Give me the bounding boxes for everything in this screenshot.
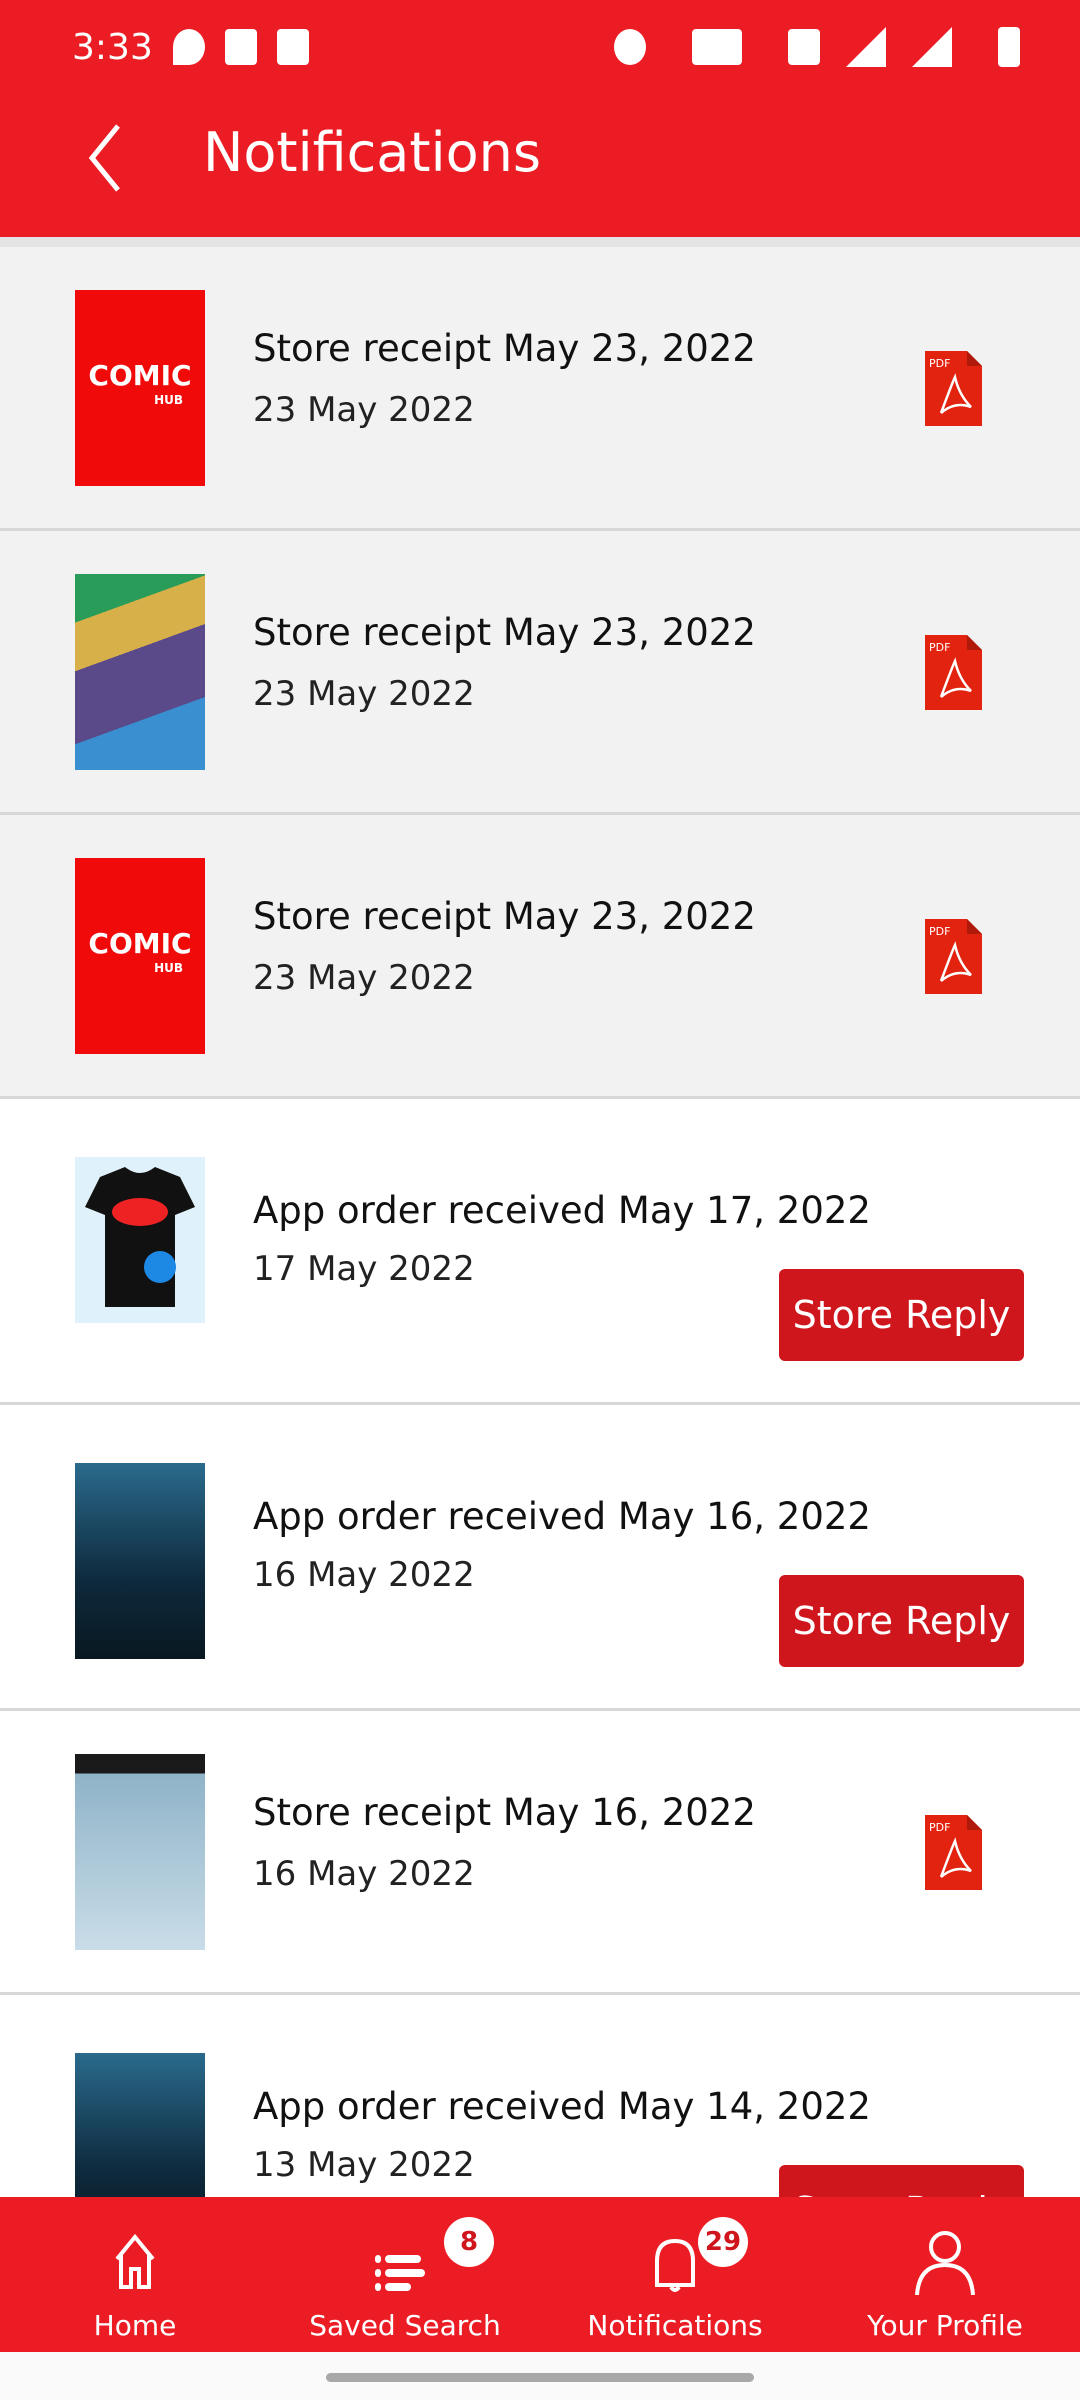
nav-label: Your Profile	[867, 2309, 1023, 2342]
notification-date: 17 May 2022	[253, 1249, 475, 1289]
list-item[interactable]: COMIC HUB Store receipt May 23, 2022 23 May…	[0, 815, 1080, 1099]
divider	[0, 237, 1080, 247]
pdf-label: PDF	[929, 1821, 950, 1834]
notification-title: Store receipt May 16, 2022	[253, 1791, 756, 1834]
gesture-handle[interactable]	[326, 2373, 754, 2382]
status-time: 3:33	[72, 26, 153, 68]
bottom-nav: Home 8 Saved Search 29 Notifications You…	[0, 2197, 1080, 2352]
hotspot-icon	[614, 29, 646, 65]
store-reply-button[interactable]: Store Reply	[779, 1269, 1024, 1361]
pdf-icon[interactable]: PDF	[925, 1815, 982, 1890]
nav-label: Saved Search	[309, 2309, 501, 2342]
store-reply-button[interactable]: Store Reply	[779, 1575, 1024, 1667]
notification-title: App order received May 16, 2022	[253, 1495, 871, 1538]
app-header: 3:33 Notifications	[0, 0, 1080, 237]
home-icon	[115, 2233, 155, 2289]
pdf-icon[interactable]: PDF	[925, 919, 982, 994]
nav-profile[interactable]: Your Profile	[810, 2197, 1080, 2352]
status-bar: 3:33	[72, 22, 1020, 72]
nav-home[interactable]: Home	[0, 2197, 270, 2352]
comic-hub-logo: COMIC HUB	[75, 290, 205, 486]
list-icon	[375, 2255, 425, 2291]
pdf-icon[interactable]: PDF	[925, 635, 982, 710]
nav-notifications[interactable]: 29 Notifications	[540, 2197, 810, 2352]
notification-date: 13 May 2022	[253, 2145, 475, 2185]
tshirt-thumbnail	[75, 1157, 205, 1323]
list-item[interactable]: App order received May 16, 2022 16 May 20…	[0, 1405, 1080, 1711]
saved-search-badge: 8	[444, 2217, 494, 2267]
notification-title: Store receipt May 23, 2022	[253, 895, 756, 938]
pdf-icon[interactable]: PDF	[925, 351, 982, 426]
notification-date: 23 May 2022	[253, 390, 475, 430]
list-item[interactable]: Store receipt May 16, 2022 16 May 2022 PDF	[0, 1711, 1080, 1995]
comic-hub-logo: COMIC HUB	[75, 858, 205, 1054]
notification-title: App order received May 14, 2022	[253, 2085, 871, 2128]
notification-date: 23 May 2022	[253, 674, 475, 714]
logo-text: COMIC	[88, 359, 192, 392]
batman-cover-thumbnail	[75, 2053, 205, 2197]
list-item[interactable]: Store receipt May 23, 2022 23 May 2022 PDF	[0, 531, 1080, 815]
battery-icon	[998, 27, 1020, 67]
signal-4g-icon	[912, 27, 952, 67]
pdf-label: PDF	[929, 925, 950, 938]
volte-icon	[692, 29, 742, 65]
list-item[interactable]: App order received May 17, 2022 17 May 20…	[0, 1099, 1080, 1405]
notification-date: 16 May 2022	[253, 1854, 475, 1894]
30-days-of-night-cover-thumbnail	[75, 1754, 205, 1950]
nav-label: Notifications	[587, 2309, 763, 2342]
bell-muted-icon	[788, 29, 820, 65]
list-item[interactable]: App order received May 14, 2022 13 May 20…	[0, 1995, 1080, 2197]
logo-text: COMIC	[88, 927, 192, 960]
list-item[interactable]: COMIC HUB Store receipt May 23, 2022 23 May…	[0, 247, 1080, 531]
notification-date: 23 May 2022	[253, 958, 475, 998]
notification-title: Store receipt May 23, 2022	[253, 327, 756, 370]
batman-cover-thumbnail	[75, 1463, 205, 1659]
notification-list[interactable]: COMIC HUB Store receipt May 23, 2022 23 May…	[0, 247, 1080, 2197]
back-arrow-icon[interactable]	[82, 118, 142, 198]
outlook-icon	[224, 29, 257, 65]
person-icon	[915, 2231, 975, 2295]
signal-icon	[846, 27, 886, 67]
pdf-label: PDF	[929, 641, 950, 654]
logo-text: HUB	[154, 393, 183, 407]
notifications-badge: 29	[698, 2217, 748, 2267]
robin-cover-thumbnail	[75, 574, 205, 770]
notification-date: 16 May 2022	[253, 1555, 475, 1595]
logo-text: HUB	[154, 961, 183, 975]
nav-label: Home	[93, 2309, 177, 2342]
nav-saved-search[interactable]: 8 Saved Search	[270, 2197, 540, 2352]
page-title: Notifications	[203, 121, 541, 184]
swiggy-icon	[172, 29, 205, 65]
store-reply-button[interactable]: Store Reply	[779, 2165, 1024, 2197]
gallery-icon	[276, 29, 309, 65]
pdf-label: PDF	[929, 357, 950, 370]
notification-title: App order received May 17, 2022	[253, 1189, 871, 1232]
notification-title: Store receipt May 23, 2022	[253, 611, 756, 654]
